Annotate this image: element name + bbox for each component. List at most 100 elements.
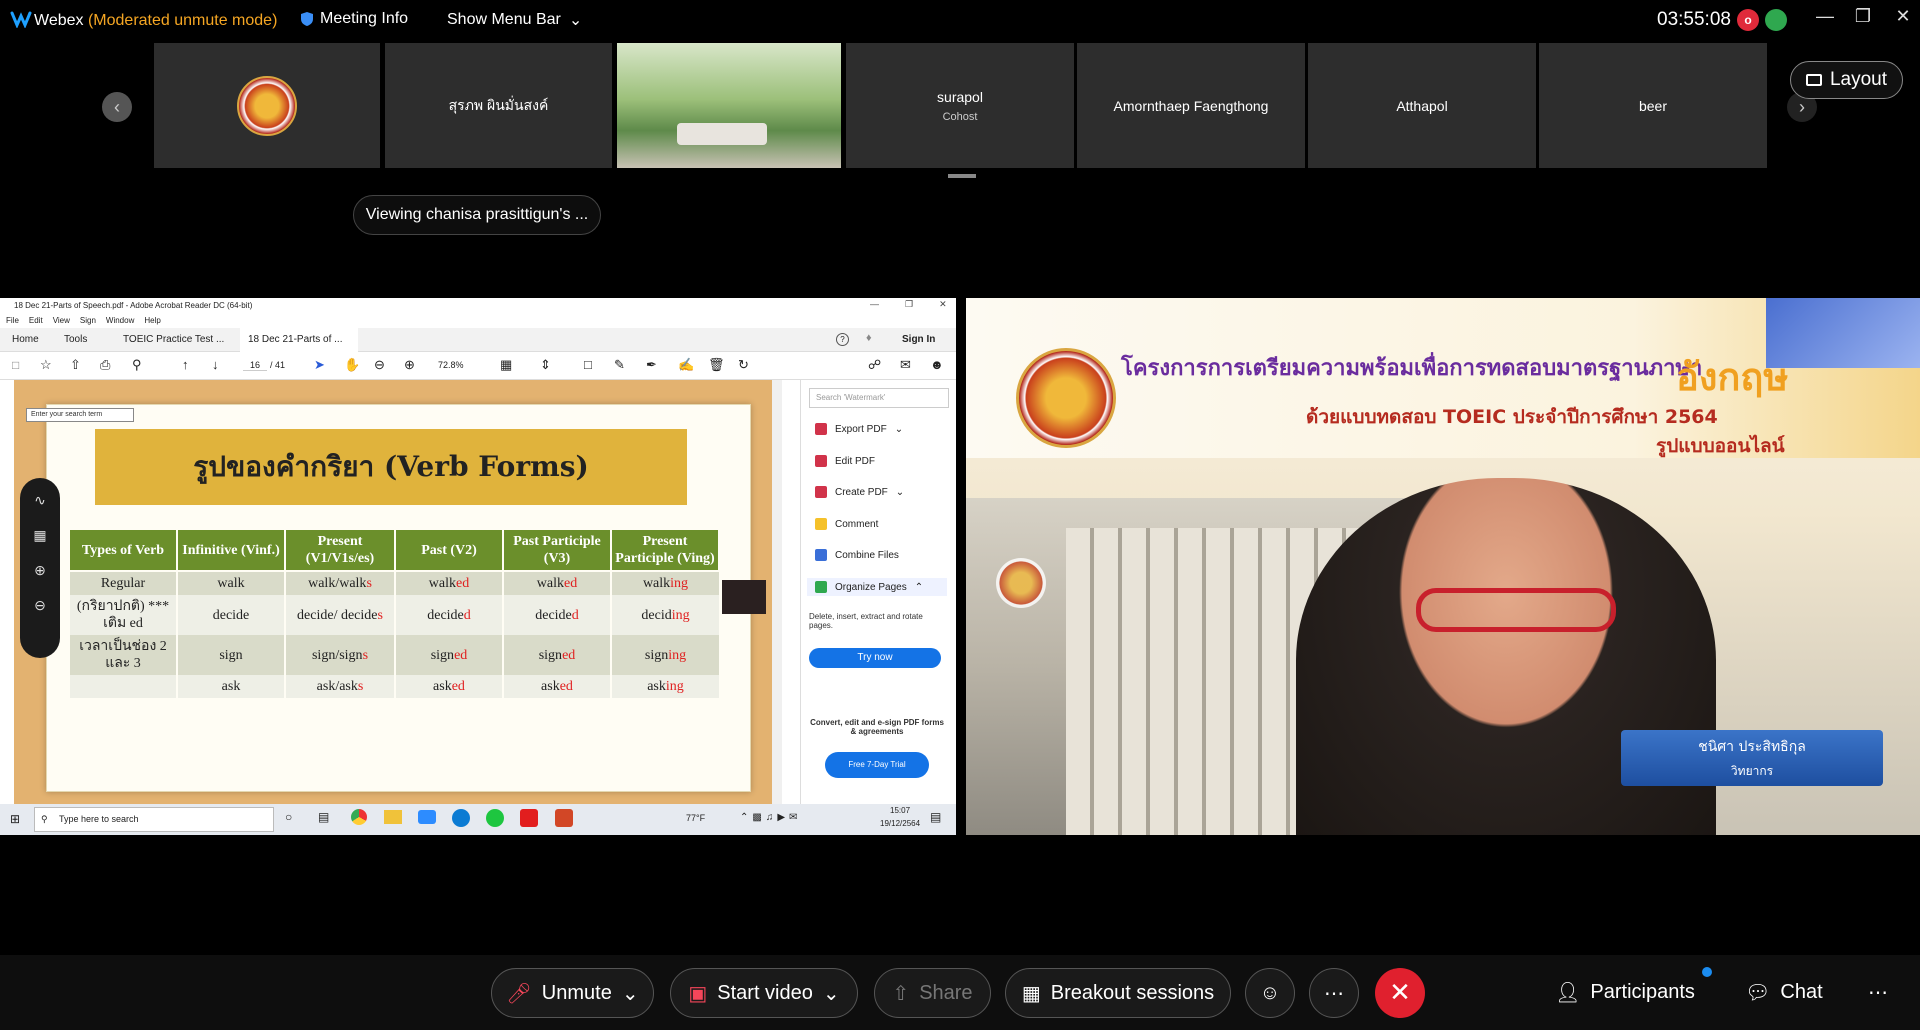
- zoom-app-icon[interactable]: [418, 810, 436, 824]
- rotate-icon[interactable]: ↻: [738, 357, 749, 373]
- strip-prev-button[interactable]: ‹: [102, 92, 132, 122]
- weather-temp[interactable]: 77°F: [686, 813, 705, 823]
- tab-tools[interactable]: Tools: [56, 328, 95, 352]
- participants-button[interactable]: 👤︎ Participants: [1555, 980, 1695, 1005]
- restore-icon[interactable]: ❐: [905, 299, 913, 310]
- tool-create-pdf[interactable]: Create PDF ⌄: [815, 483, 904, 501]
- help-icon[interactable]: ?: [836, 333, 849, 346]
- draw-icon[interactable]: ∿: [20, 492, 60, 509]
- tools-search-input[interactable]: Search 'Watermark': [809, 388, 949, 408]
- try-now-button[interactable]: Try now: [809, 648, 941, 668]
- bell-icon[interactable]: ♦: [866, 332, 872, 344]
- email-icon[interactable]: ✉: [900, 357, 911, 373]
- participant-tile-video[interactable]: [617, 43, 841, 168]
- reactions-button[interactable]: ☺: [1245, 968, 1295, 1018]
- cortana-icon[interactable]: ○: [285, 810, 292, 824]
- minimize-icon[interactable]: —: [870, 299, 879, 310]
- meeting-info-button[interactable]: Meeting Info: [300, 10, 408, 28]
- page-number-input[interactable]: 16: [243, 360, 267, 371]
- tool-export-pdf[interactable]: Export PDF ⌄: [815, 420, 903, 438]
- minimize-icon[interactable]: —: [1810, 6, 1840, 32]
- menu-help[interactable]: Help: [144, 314, 160, 328]
- zoom-out-icon[interactable]: ⊖: [374, 357, 385, 373]
- tool-edit-pdf[interactable]: Edit PDF: [815, 452, 875, 470]
- restore-icon[interactable]: ❐: [1848, 6, 1878, 32]
- chevron-down-icon[interactable]: ⌄: [823, 981, 840, 1006]
- participant-tile[interactable]: สุรภพ ผินมั่นสงค์: [385, 43, 612, 168]
- comment-icon[interactable]: □: [584, 357, 592, 372]
- tool-comment[interactable]: Comment: [815, 515, 878, 533]
- task-view-icon[interactable]: ▤: [318, 810, 329, 824]
- notifications-icon[interactable]: ▤: [930, 810, 941, 824]
- fit-page-icon[interactable]: ▦: [500, 357, 512, 373]
- sign-icon[interactable]: ✒: [646, 357, 657, 373]
- layout-button[interactable]: Layout: [1790, 61, 1903, 99]
- taskbar-search[interactable]: ⚲ Type here to search: [34, 807, 274, 832]
- speaker-video[interactable]: โครงการการเตรียมความพร้อมเพื่อการทดสอบมา…: [966, 298, 1920, 835]
- page-down-icon[interactable]: ↓: [212, 357, 219, 372]
- overflow-menu-button[interactable]: ⋯: [1868, 980, 1888, 1005]
- link-icon[interactable]: ☍: [868, 357, 881, 373]
- menu-view[interactable]: View: [53, 314, 70, 328]
- account-icon[interactable]: ☻: [930, 357, 944, 372]
- print-icon[interactable]: ⎙: [100, 357, 110, 373]
- page-nav-arrow[interactable]: [722, 580, 766, 614]
- page-up-icon[interactable]: ↑: [182, 357, 189, 372]
- zoom-level[interactable]: 72.8%: [438, 360, 464, 370]
- sign-in-button[interactable]: Sign In: [902, 328, 935, 352]
- tab-home[interactable]: Home: [4, 328, 47, 352]
- scrollbar[interactable]: [772, 380, 782, 804]
- leave-meeting-button[interactable]: ✕: [1375, 968, 1425, 1018]
- chat-button[interactable]: 💬︎ Chat: [1745, 980, 1823, 1005]
- start-video-button[interactable]: ▣ Start video ⌄: [670, 968, 858, 1018]
- share-button[interactable]: ⇧ Share: [874, 968, 991, 1018]
- document-view[interactable]: รูปของคำกริยา (Verb Forms) Types of Verb…: [14, 380, 772, 804]
- scroll-mode-icon[interactable]: ⇕: [540, 357, 551, 373]
- menu-file[interactable]: File: [6, 314, 19, 328]
- star-icon[interactable]: ☆: [40, 357, 52, 373]
- zoom-in-icon[interactable]: ⊕: [404, 357, 415, 373]
- hand-icon[interactable]: ✋: [344, 357, 360, 373]
- shared-screen[interactable]: 18 Dec 21-Parts of Speech.pdf - Adobe Ac…: [0, 298, 956, 835]
- recording-icon[interactable]: o: [1737, 9, 1759, 31]
- viewing-share-indicator[interactable]: Viewing chanisa prasittigun's ...: [353, 195, 601, 235]
- participant-tile[interactable]: Amornthaep Faengthong: [1077, 43, 1305, 168]
- file-explorer-icon[interactable]: [384, 810, 402, 824]
- acrobat-taskbar-icon[interactable]: [520, 809, 538, 827]
- participant-tile[interactable]: beer: [1539, 43, 1767, 168]
- zoom-in-icon[interactable]: ⊕: [20, 562, 60, 579]
- menu-edit[interactable]: Edit: [29, 314, 43, 328]
- menu-sign[interactable]: Sign: [80, 314, 96, 328]
- network-stats-icon[interactable]: [1765, 9, 1787, 31]
- save-icon[interactable]: □: [12, 358, 19, 372]
- participant-tile[interactable]: Atthapol: [1308, 43, 1536, 168]
- highlight-icon[interactable]: ✎: [614, 357, 625, 373]
- upload-icon[interactable]: ⇧: [70, 357, 81, 373]
- system-tray-icons[interactable]: ⌃▩♫▶✉: [740, 812, 801, 823]
- edge-icon[interactable]: [452, 809, 470, 827]
- free-trial-button[interactable]: Free 7-Day Trial: [825, 752, 929, 778]
- breakout-sessions-button[interactable]: ▦ Breakout sessions: [1005, 968, 1231, 1018]
- tool-organize-pages[interactable]: Organize Pages ⌃: [807, 578, 947, 596]
- zoom-search-icon[interactable]: ⚲: [132, 357, 142, 373]
- chrome-icon[interactable]: [351, 809, 367, 825]
- tab-toeic-practice[interactable]: TOEIC Practice Test ...: [115, 328, 232, 352]
- chevron-down-icon[interactable]: ⌄: [622, 981, 639, 1006]
- eraser-icon[interactable]: ▦: [20, 527, 60, 544]
- more-options-button[interactable]: ⋯: [1309, 968, 1359, 1018]
- close-icon[interactable]: ✕: [939, 299, 947, 310]
- select-cursor-icon[interactable]: ➤: [314, 357, 325, 373]
- delete-icon[interactable]: 🗑: [708, 357, 725, 373]
- participant-tile[interactable]: surapol Cohost: [846, 43, 1074, 168]
- windows-start-icon[interactable]: ⊞: [10, 812, 20, 826]
- tab-current-pdf[interactable]: 18 Dec 21-Parts of ... ×: [240, 328, 358, 369]
- strip-resize-handle[interactable]: [948, 174, 976, 178]
- tool-combine-files[interactable]: Combine Files: [815, 546, 899, 564]
- close-icon[interactable]: ✕: [1888, 6, 1918, 32]
- zoom-out-icon[interactable]: ⊖: [20, 597, 60, 614]
- show-menu-bar-button[interactable]: Show Menu Bar ⌄: [447, 10, 582, 30]
- unmute-button[interactable]: 🎤︎ Unmute ⌄: [491, 968, 654, 1018]
- participant-tile[interactable]: [154, 43, 380, 168]
- menu-window[interactable]: Window: [106, 314, 134, 328]
- fill-sign-icon[interactable]: ✍: [678, 357, 694, 373]
